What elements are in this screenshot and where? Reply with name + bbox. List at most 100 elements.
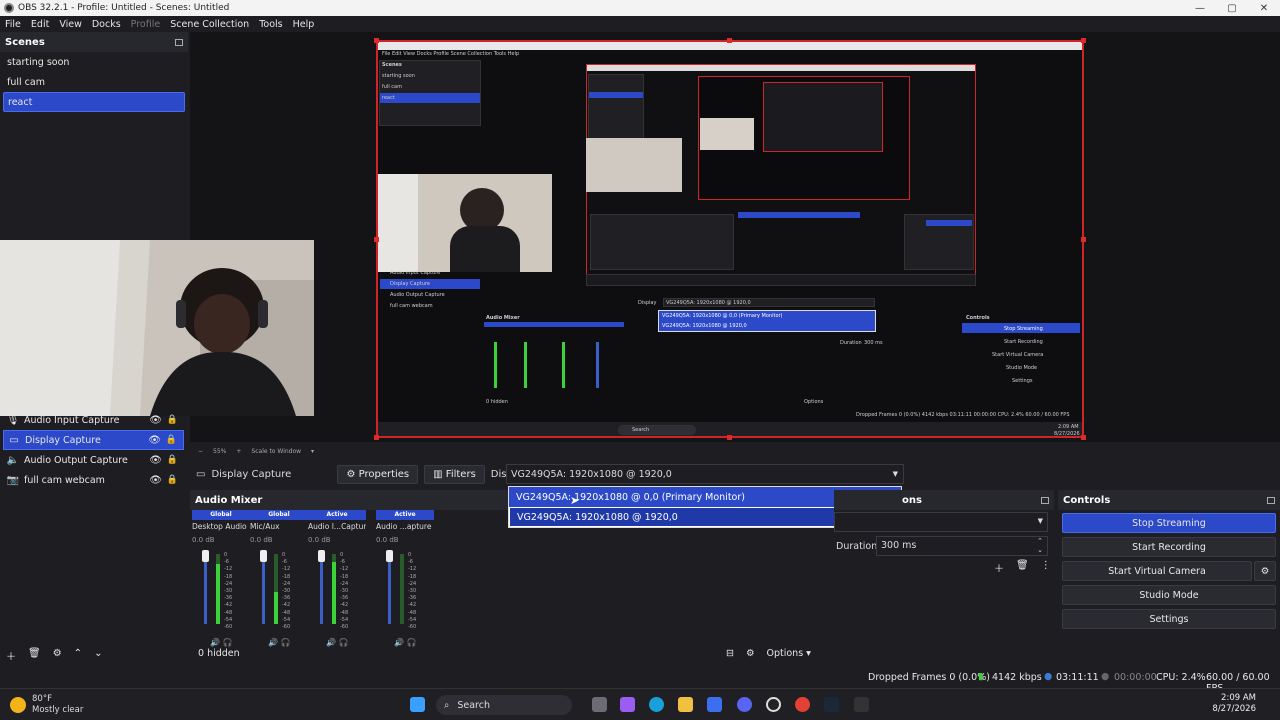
- volume-fader[interactable]: [320, 554, 323, 624]
- menu-docks[interactable]: Docks: [87, 19, 126, 30]
- store-icon[interactable]: [707, 697, 722, 712]
- menu-profile[interactable]: Profile: [126, 19, 166, 30]
- properties-button[interactable]: ⚙ Properties: [337, 464, 419, 484]
- volume-fader[interactable]: [204, 554, 207, 624]
- start-recording-button[interactable]: Start Recording: [1062, 537, 1276, 557]
- move-up-icon[interactable]: ⌃: [74, 648, 82, 663]
- menu-view[interactable]: View: [54, 19, 87, 30]
- hidden-count[interactable]: 0 hidden: [198, 648, 240, 659]
- source-item-webcam[interactable]: 📷 full cam webcam 👁 🔒: [3, 470, 184, 490]
- menu-edit[interactable]: Edit: [26, 19, 54, 30]
- source-item-audio-output[interactable]: 🔈 Audio Output Capture 👁 🔒: [3, 450, 184, 470]
- level-meter: [400, 554, 404, 624]
- minimize-button[interactable]: —: [1184, 3, 1216, 14]
- fader-knob[interactable]: [202, 550, 209, 562]
- more-options-icon[interactable]: ⋮: [1041, 560, 1051, 575]
- mute-speaker-icon[interactable]: 🔊: [394, 638, 404, 647]
- fader-knob[interactable]: [386, 550, 393, 562]
- remove-transition-icon[interactable]: 🗑: [1016, 560, 1029, 575]
- add-source-icon[interactable]: ＋: [6, 648, 16, 663]
- mute-speaker-icon[interactable]: 🔊: [210, 638, 220, 647]
- remove-source-icon[interactable]: 🗑: [28, 648, 41, 663]
- copilot-icon[interactable]: [620, 697, 635, 712]
- task-view-icon[interactable]: [592, 697, 607, 712]
- start-icon[interactable]: [410, 697, 425, 712]
- system-clock[interactable]: 2:09 AM 8/27/2026: [1212, 693, 1256, 715]
- display-capture-preview[interactable]: File Edit View Docks Profile Scene Colle…: [376, 40, 1084, 438]
- file-explorer-icon[interactable]: [678, 697, 693, 712]
- taskbar-search[interactable]: ⌕ Search: [436, 695, 572, 715]
- studio-mode-button[interactable]: Studio Mode: [1062, 585, 1276, 605]
- transform-handle[interactable]: [727, 38, 732, 43]
- lock-icon[interactable]: 🔒: [167, 475, 178, 485]
- close-button[interactable]: ✕: [1248, 3, 1280, 14]
- discord-icon[interactable]: [737, 697, 752, 712]
- transform-handle[interactable]: [1081, 38, 1086, 43]
- transform-handle[interactable]: [1081, 435, 1086, 440]
- fader-knob[interactable]: [260, 550, 267, 562]
- transform-handle[interactable]: [374, 38, 379, 43]
- undock-icon[interactable]: [1267, 496, 1275, 504]
- transition-select[interactable]: ▼: [834, 512, 1048, 532]
- monitor-headphones-icon[interactable]: 🎧: [407, 638, 417, 647]
- menu-file[interactable]: File: [0, 19, 26, 30]
- monitor-headphones-icon[interactable]: 🎧: [339, 638, 349, 647]
- transform-handle[interactable]: [374, 237, 379, 242]
- move-down-icon[interactable]: ⌄: [94, 648, 102, 663]
- stepper-icon[interactable]: ⌃ ⌄: [1037, 537, 1043, 555]
- controls-dock: Controls Stop Streaming Start Recording …: [1058, 490, 1280, 666]
- scene-item-starting-soon[interactable]: starting soon: [3, 52, 185, 72]
- menu-scene-collection[interactable]: Scene Collection: [165, 19, 254, 30]
- fader-knob[interactable]: [318, 550, 325, 562]
- maximize-button[interactable]: ▢: [1216, 3, 1248, 14]
- volume-fader[interactable]: [262, 554, 265, 624]
- visibility-eye-icon[interactable]: 👁: [148, 435, 161, 446]
- volume-fader[interactable]: [388, 554, 391, 624]
- steam-icon[interactable]: [824, 697, 839, 712]
- scale-mode-select[interactable]: Scale to Window: [251, 448, 301, 455]
- duration-input[interactable]: 300 ms ⌃ ⌄: [876, 536, 1048, 556]
- undock-icon[interactable]: [1041, 496, 1049, 504]
- visibility-eye-icon[interactable]: 👁: [149, 475, 162, 486]
- filters-button[interactable]: ▥ Filters: [424, 464, 485, 484]
- layout-icon[interactable]: ⊟: [726, 648, 734, 659]
- start-virtual-camera-button[interactable]: Start Virtual Camera: [1062, 561, 1252, 581]
- nested-innermost-preview: [763, 82, 883, 152]
- add-transition-icon[interactable]: ＋: [994, 560, 1004, 575]
- zoom-out-button[interactable]: −: [198, 448, 203, 455]
- obs-taskbar-icon[interactable]: [766, 697, 781, 712]
- undock-icon[interactable]: [175, 38, 183, 46]
- vrchat-icon[interactable]: [854, 697, 869, 712]
- source-item-display-capture[interactable]: ▭ Display Capture 👁 🔒: [3, 430, 184, 450]
- mixer-settings-icon[interactable]: ⚙: [746, 648, 755, 659]
- scene-item-full-cam[interactable]: full cam: [3, 72, 185, 92]
- display-select[interactable]: VG249Q5A: 1920x1080 @ 1920,0 ▼: [506, 464, 904, 484]
- monitor-headphones-icon[interactable]: 🎧: [281, 638, 291, 647]
- lock-icon[interactable]: 🔒: [167, 415, 178, 425]
- zoom-in-button[interactable]: +: [236, 448, 241, 455]
- visibility-eye-icon[interactable]: 👁: [149, 455, 162, 466]
- weather-widget[interactable]: 80°F Mostly clear: [10, 694, 83, 716]
- scene-item-react[interactable]: react: [3, 92, 185, 112]
- edge-icon[interactable]: [649, 697, 664, 712]
- chevron-down-icon[interactable]: ▾: [311, 448, 314, 455]
- lock-icon[interactable]: 🔒: [167, 455, 178, 465]
- source-item-audio-input[interactable]: 🎙 Audio Input Capture 👁 🔒: [3, 410, 184, 430]
- visibility-eye-icon[interactable]: 👁: [149, 415, 162, 426]
- transform-handle[interactable]: [1081, 237, 1086, 242]
- transform-handle[interactable]: [374, 435, 379, 440]
- menu-help[interactable]: Help: [288, 19, 320, 30]
- source-settings-gear-icon[interactable]: ⚙: [53, 648, 62, 663]
- mixer-options-button[interactable]: Options ▾: [767, 648, 811, 659]
- menu-tools[interactable]: Tools: [254, 19, 287, 30]
- monitor-headphones-icon[interactable]: 🎧: [223, 638, 233, 647]
- virtual-camera-settings-gear-icon[interactable]: ⚙: [1254, 561, 1276, 581]
- scenes-title: Scenes: [5, 36, 45, 48]
- mute-speaker-icon[interactable]: 🔊: [268, 638, 278, 647]
- stop-streaming-button[interactable]: Stop Streaming: [1062, 513, 1276, 533]
- lock-icon[interactable]: 🔒: [166, 435, 177, 445]
- settings-button[interactable]: Settings: [1062, 609, 1276, 629]
- mute-speaker-icon[interactable]: 🔊: [326, 638, 336, 647]
- chrome-icon[interactable]: [795, 697, 810, 712]
- transform-handle[interactable]: [727, 435, 732, 440]
